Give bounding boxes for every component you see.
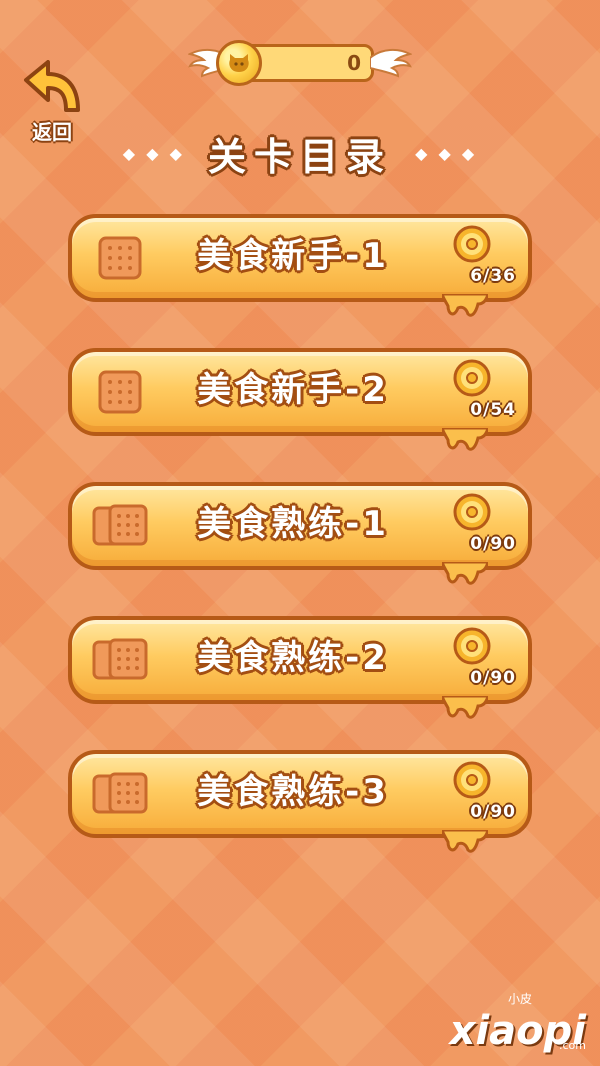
level-name: 美食新手-2 xyxy=(197,370,389,410)
honey-drip-icon xyxy=(442,294,488,317)
double-cracker-icon xyxy=(92,772,148,814)
level-card[interactable]: 美食熟练-2 0/90 xyxy=(68,616,532,719)
title-row: ◆ ◆ ◆ 关卡目录 ◆ ◆ ◆ xyxy=(0,126,600,179)
level-card[interactable]: 美食熟练-3 0/90 xyxy=(68,750,532,853)
donut-icon xyxy=(453,225,491,263)
level-name: 美食新手-1 xyxy=(197,236,389,276)
level-card[interactable]: 美食新手-1 6/36 xyxy=(68,214,532,317)
donut-icon xyxy=(453,627,491,665)
watermark-domain: .com xyxy=(559,1039,586,1052)
coin-counter: 0 xyxy=(188,40,412,88)
single-cracker-icon xyxy=(98,370,142,414)
title-decoration-left: ◆ ◆ ◆ xyxy=(122,144,185,163)
level-progress: 6/36 xyxy=(470,266,516,286)
watermark-small-text: 小皮 xyxy=(507,992,532,1006)
donut-icon xyxy=(453,761,491,799)
back-arrow-icon xyxy=(24,60,80,112)
watermark-logo: 小皮 xiaopi .com xyxy=(436,990,586,1054)
donut-icon xyxy=(453,359,491,397)
double-cracker-icon xyxy=(92,504,148,546)
honey-drip-icon xyxy=(442,428,488,451)
level-card[interactable]: 美食新手-2 0/54 xyxy=(68,348,532,451)
coin-icon xyxy=(216,40,262,86)
level-progress: 0/54 xyxy=(470,400,516,420)
level-progress: 0/90 xyxy=(470,668,516,688)
donut-icon xyxy=(453,493,491,531)
honey-drip-icon xyxy=(442,562,488,585)
honey-drip-icon xyxy=(442,696,488,719)
level-progress: 0/90 xyxy=(470,802,516,822)
single-cracker-icon xyxy=(98,236,142,280)
double-cracker-icon xyxy=(92,638,148,680)
level-list: 美食新手-1 6/36 美食新手-2 0/54 美食熟练-1 0/90 美食熟练… xyxy=(68,214,532,884)
level-progress: 0/90 xyxy=(470,534,516,554)
title-decoration-right: ◆ ◆ ◆ xyxy=(415,144,478,163)
level-name: 美食熟练-2 xyxy=(197,638,389,678)
honey-drip-icon xyxy=(442,830,488,853)
level-name: 美食熟练-3 xyxy=(197,772,389,812)
coin-count: 0 xyxy=(347,51,361,75)
level-card[interactable]: 美食熟练-1 0/90 xyxy=(68,482,532,585)
right-wing-icon xyxy=(370,48,412,78)
page-title: 关卡目录 xyxy=(207,135,392,179)
level-name: 美食熟练-1 xyxy=(197,504,389,544)
